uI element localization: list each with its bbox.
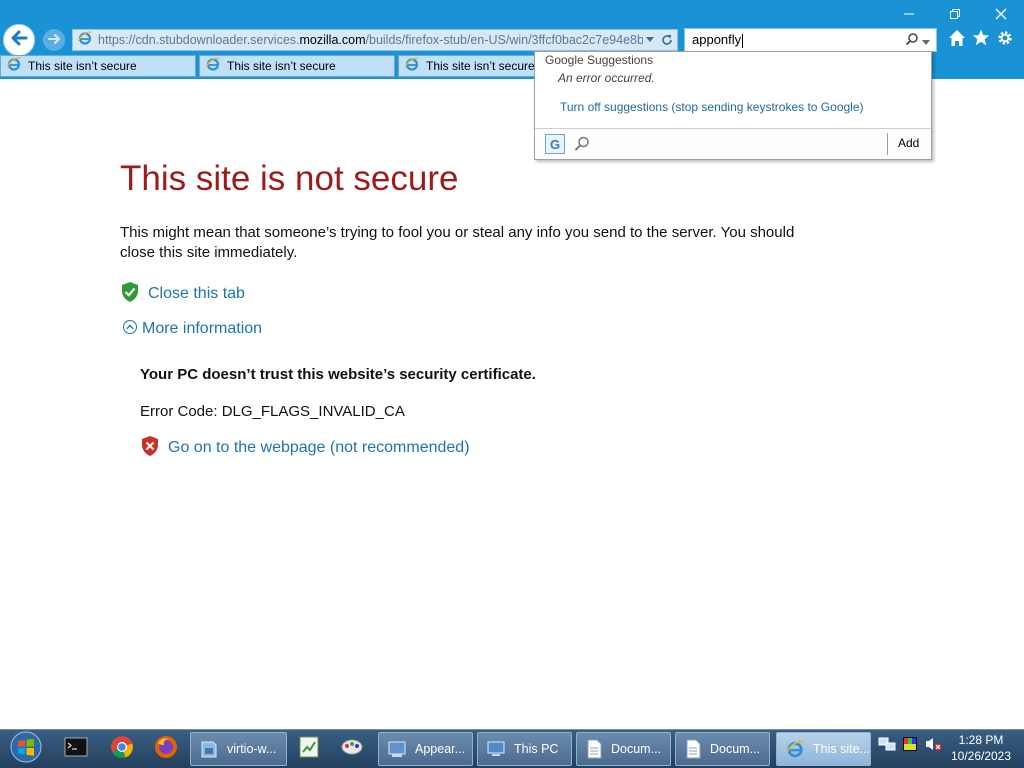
chrome-icon <box>110 735 134 763</box>
close-tab-label[interactable]: Close this tab <box>148 285 245 303</box>
error-code: Error Code: DLG_FLAGS_INVALID_CA <box>140 403 405 420</box>
taskbar-button[interactable]: Docum... <box>675 732 770 766</box>
suggestions-header: Google Suggestions <box>545 53 654 67</box>
red-shield-x-icon <box>140 435 160 461</box>
notepad-chart-icon <box>298 735 320 763</box>
add-provider-button[interactable]: Add <box>898 136 919 150</box>
taskbar-pin-paint[interactable] <box>334 733 370 765</box>
taskbar-button-label: virtio-w... <box>227 742 277 756</box>
start-button[interactable] <box>6 731 46 767</box>
search-input[interactable]: apponfly <box>692 32 905 48</box>
green-shield-check-icon <box>120 281 140 307</box>
favorites-star-icon[interactable] <box>972 28 990 52</box>
document-icon <box>585 739 603 759</box>
taskbar-button-label: This site... <box>813 742 870 756</box>
suggestions-divider <box>545 61 911 62</box>
computer-icon <box>486 739 506 759</box>
taskbar-button-label: Docum... <box>710 742 761 756</box>
forward-button[interactable] <box>43 29 65 51</box>
folder-icon <box>199 739 219 759</box>
taskbar-pin-chrome[interactable] <box>104 733 140 765</box>
close-window-button[interactable] <box>978 0 1024 28</box>
ie-page-icon <box>77 30 93 50</box>
ie-tab-icon <box>404 56 420 76</box>
address-url-prefix: https://cdn.stubdownloader.services. <box>98 33 300 47</box>
google-provider-icon[interactable]: G <box>545 134 565 154</box>
taskbar-pin-firefox[interactable] <box>148 733 184 765</box>
taskbar-pin-notepad[interactable] <box>291 733 327 765</box>
clock[interactable]: 1:28 PM 10/26/2023 <box>946 732 1016 764</box>
search-value: apponfly <box>692 32 742 48</box>
more-information-toggle[interactable]: More information <box>122 319 262 339</box>
more-information-label[interactable]: More information <box>142 320 262 338</box>
go-on-label[interactable]: Go on to the webpage (not recommended) <box>168 439 470 457</box>
ie-tab-icon <box>205 56 221 76</box>
address-bar[interactable]: https://cdn.stubdownloader.services.mozi… <box>72 29 678 51</box>
text-caret <box>742 33 744 48</box>
ie-tab-icon <box>6 56 22 76</box>
refresh-icon[interactable] <box>657 34 677 46</box>
address-dropdown-icon[interactable] <box>643 37 657 43</box>
search-icon[interactable] <box>905 31 919 50</box>
taskbar-button[interactable]: Docum... <box>576 732 671 766</box>
clock-time: 1:28 PM <box>958 733 1004 747</box>
taskbar-button-label: This PC <box>514 742 559 756</box>
browser-tab[interactable]: This site isn’t secure <box>0 55 196 77</box>
volume-muted-icon[interactable] <box>924 736 942 756</box>
tab-row: This site isn’t secure This site isn’t s… <box>0 55 597 77</box>
forward-arrow-icon <box>47 31 61 50</box>
certificate-heading: Your PC doesn’t trust this website’s sec… <box>140 366 536 383</box>
turn-off-suggestions-link[interactable]: Turn off suggestions (stop sending keyst… <box>560 100 864 114</box>
back-button[interactable] <box>3 24 35 56</box>
settings-gear-icon[interactable] <box>996 28 1014 52</box>
windows-start-orb-icon <box>9 730 43 768</box>
page-title: This site is not secure <box>120 159 459 198</box>
terminal-icon <box>64 737 88 761</box>
address-url-domain: mozilla.com <box>299 33 366 47</box>
taskbar-button[interactable]: This PC <box>477 732 572 766</box>
clock-date: 10/26/2023 <box>950 749 1012 763</box>
address-url-suffix: /builds/firefox-stub/en-US/win/3ffcf0bac… <box>365 33 643 47</box>
document-icon <box>684 739 702 759</box>
command-icons <box>948 28 1014 52</box>
close-tab-link[interactable]: Close this tab <box>120 281 245 307</box>
taskbar-button-label: Docum... <box>611 742 662 756</box>
restore-button[interactable] <box>932 0 978 28</box>
browser-tab[interactable]: This site isn’t secure <box>199 55 395 77</box>
back-arrow-icon <box>9 28 29 52</box>
warning-description: This might mean that someone’s trying to… <box>120 224 795 261</box>
go-on-to-webpage-link[interactable]: Go on to the webpage (not recommended) <box>140 435 470 461</box>
tab-label: This site isn’t secure <box>227 59 336 73</box>
search-box[interactable]: apponfly <box>684 28 937 52</box>
taskbar: virtio-w... Appear... This PC Docum... D… <box>0 729 1024 768</box>
control-panel-icon <box>387 739 407 759</box>
taskbar-button[interactable]: virtio-w... <box>190 732 287 766</box>
tab-label: This site isn’t secure <box>28 59 137 73</box>
taskbar-button-active[interactable]: This site... <box>776 732 871 766</box>
minimize-button[interactable] <box>886 0 932 28</box>
home-icon[interactable] <box>948 28 966 52</box>
address-url: https://cdn.stubdownloader.services.mozi… <box>98 33 643 47</box>
taskbar-button-label: Appear... <box>415 742 466 756</box>
search-dropdown-icon[interactable] <box>922 31 930 50</box>
search-suggestions-dropdown: Google Suggestions An error occurred. Tu… <box>534 51 932 160</box>
network-icon[interactable] <box>878 736 896 756</box>
display-color-icon[interactable] <box>902 736 918 756</box>
paint-palette-icon <box>340 736 364 762</box>
page-content: This site is not secure This might mean … <box>0 79 1024 729</box>
search-provider-magnifier-icon[interactable] <box>573 135 591 157</box>
suggestions-error: An error occurred. <box>558 71 655 85</box>
provider-separator <box>887 133 888 155</box>
firefox-icon <box>154 735 178 763</box>
taskbar-pin-terminal[interactable] <box>58 733 94 765</box>
collapse-chevron-icon <box>122 319 138 339</box>
search-provider-bar: G Add <box>535 128 931 159</box>
system-tray <box>878 736 942 756</box>
tab-label: This site isn’t secure <box>426 59 535 73</box>
ie-icon <box>785 739 805 759</box>
google-provider-letter: G <box>549 136 561 152</box>
window-controls <box>886 0 1024 28</box>
taskbar-button[interactable]: Appear... <box>378 732 473 766</box>
